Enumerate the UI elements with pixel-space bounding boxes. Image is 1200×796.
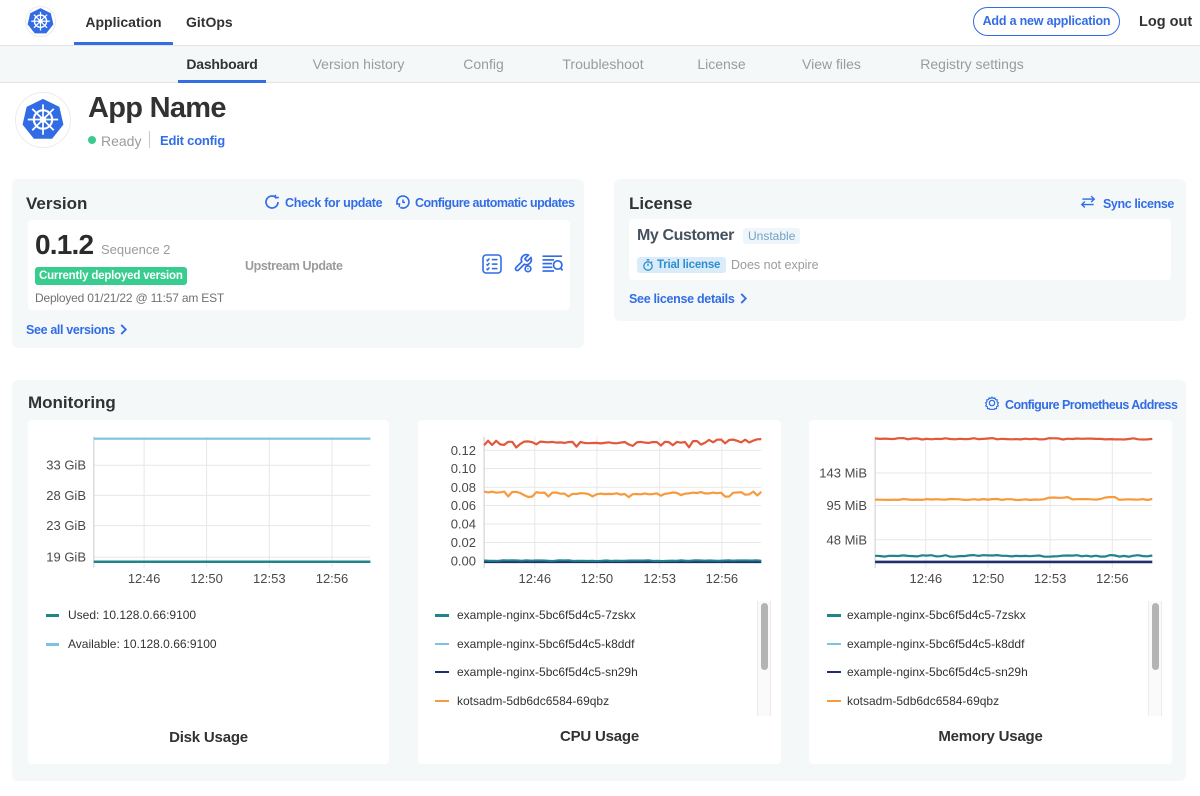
svg-text:12:46: 12:46 <box>128 571 161 586</box>
svg-text:19 GiB: 19 GiB <box>46 550 86 565</box>
svg-text:12:50: 12:50 <box>190 571 223 586</box>
svg-text:0.04: 0.04 <box>451 517 476 532</box>
svg-text:0.08: 0.08 <box>451 480 476 495</box>
svg-text:0.00: 0.00 <box>451 554 476 569</box>
svg-text:0.06: 0.06 <box>451 498 476 513</box>
svg-text:23 GiB: 23 GiB <box>46 518 86 533</box>
svg-text:12:53: 12:53 <box>253 571 286 586</box>
svg-text:33 GiB: 33 GiB <box>46 458 86 473</box>
svg-text:95 MiB: 95 MiB <box>827 498 867 513</box>
svg-text:12:53: 12:53 <box>643 571 676 586</box>
svg-text:12:46: 12:46 <box>910 571 943 586</box>
svg-text:28 GiB: 28 GiB <box>46 488 86 503</box>
svg-text:0.12: 0.12 <box>451 443 476 458</box>
svg-text:143 MiB: 143 MiB <box>819 466 867 481</box>
svg-text:12:50: 12:50 <box>581 571 614 586</box>
svg-text:12:56: 12:56 <box>316 571 349 586</box>
svg-text:0.10: 0.10 <box>451 461 476 476</box>
svg-text:12:50: 12:50 <box>972 571 1005 586</box>
svg-text:48 MiB: 48 MiB <box>827 532 867 547</box>
svg-text:0.02: 0.02 <box>451 535 476 550</box>
svg-text:12:46: 12:46 <box>519 571 552 586</box>
svg-text:12:53: 12:53 <box>1034 571 1067 586</box>
svg-text:12:56: 12:56 <box>1096 571 1129 586</box>
svg-text:12:56: 12:56 <box>706 571 739 586</box>
